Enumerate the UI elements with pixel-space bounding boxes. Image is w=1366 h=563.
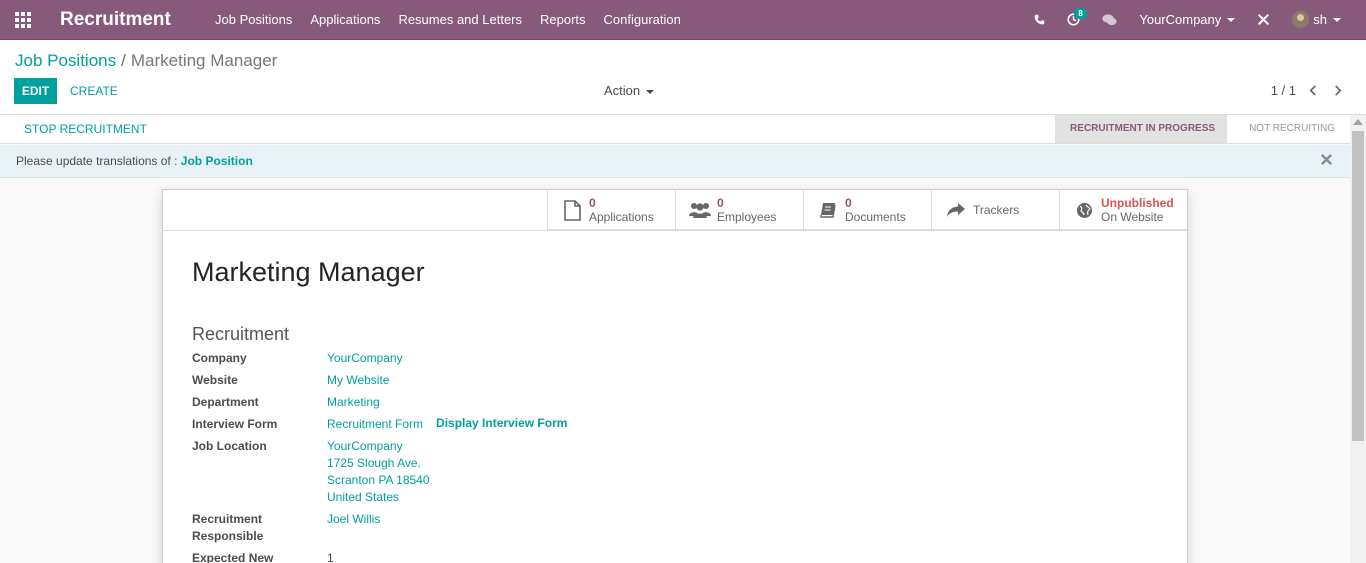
company-switcher[interactable]: YourCompany <box>1128 0 1246 40</box>
edit-button[interactable]: EDIT <box>14 78 57 104</box>
form-sheet: 0 Applications 0 Employees 0 Documents Trac… <box>162 189 1188 563</box>
app-brand[interactable]: Recruitment <box>60 9 206 31</box>
company-label: Company <box>192 351 247 365</box>
stop-recruitment-button[interactable]: STOP RECRUITMENT <box>16 120 155 138</box>
chat-icon[interactable] <box>1091 0 1128 40</box>
expected-new-value: 1 <box>327 551 334 563</box>
website-value-link[interactable]: My Website <box>327 372 389 389</box>
applications-label: Applications <box>589 210 654 224</box>
breadcrumb: Job Positions / Marketing Manager <box>15 51 277 71</box>
website-status: Unpublished <box>1101 196 1174 210</box>
location-line: YourCompany <box>327 439 403 453</box>
applications-smart-button[interactable]: 0 Applications <box>547 190 675 230</box>
recruitment-group-title: Recruitment <box>192 324 290 344</box>
department-label: Department <box>192 395 259 409</box>
interview-form-label: Interview Form <box>192 417 278 431</box>
website-smart-button[interactable]: Unpublished On Website <box>1059 190 1187 230</box>
documents-count: 0 <box>845 196 852 210</box>
smart-button-box: 0 Applications 0 Employees 0 Documents Trac… <box>547 190 1187 230</box>
top-menu: Job Positions Applications Resumes and L… <box>206 0 690 40</box>
apps-menu-icon[interactable] <box>0 0 46 40</box>
menu-applications[interactable]: Applications <box>301 0 389 40</box>
trackers-label: Trackers <box>973 203 1020 217</box>
documents-label: Documents <box>845 210 906 224</box>
form-statusbar: STOP RECRUITMENT RECRUITMENT IN PROGRESS… <box>0 115 1350 144</box>
location-line: 1725 Slough Ave. <box>327 456 421 470</box>
company-name: YourCompany <box>1139 12 1222 27</box>
globe-icon <box>1073 199 1095 221</box>
responsible-label-line: Recruitment <box>192 512 263 526</box>
documents-smart-button[interactable]: 0 Documents <box>803 190 931 230</box>
expected-new-label: Expected New <box>192 551 274 563</box>
menu-reports[interactable]: Reports <box>531 0 595 40</box>
stage-not-recruiting[interactable]: NOT RECRUITING <box>1227 115 1350 143</box>
pager-next-button[interactable] <box>1327 78 1349 102</box>
create-button[interactable]: CREATE <box>62 78 126 104</box>
recruitment-responsible-label: Recruitment Responsible <box>192 511 327 545</box>
activity-badge: 8 <box>1074 7 1087 19</box>
scroll-up-arrow-icon[interactable] <box>1353 119 1363 125</box>
action-dropdown[interactable]: Action <box>604 83 655 98</box>
pager-previous-button[interactable] <box>1302 78 1324 102</box>
avatar <box>1292 11 1310 28</box>
caret-down-icon <box>646 89 655 94</box>
user-name: sh <box>1313 12 1327 27</box>
breadcrumb-separator: / <box>121 51 126 70</box>
stage-pipeline: RECRUITMENT IN PROGRESS NOT RECRUITING <box>1055 115 1350 143</box>
pager-value[interactable]: 1 / 1 <box>1271 83 1296 98</box>
caret-down-icon <box>1227 17 1236 22</box>
phone-icon[interactable] <box>1023 0 1056 40</box>
user-menu[interactable]: sh <box>1281 0 1352 40</box>
employees-label: Employees <box>717 210 777 224</box>
file-icon <box>561 199 583 221</box>
translation-alert: Please update translations of : Job Posi… <box>0 145 1350 178</box>
close-icon[interactable] <box>1320 153 1334 167</box>
scrollbar-thumb[interactable] <box>1352 131 1364 441</box>
website-field-label: Website <box>192 373 238 387</box>
users-icon <box>689 199 711 221</box>
recruitment-fields: Company YourCompany Website My Website D… <box>192 350 567 563</box>
website-label: On Website <box>1101 210 1164 224</box>
job-location-label: Job Location <box>192 439 267 453</box>
breadcrumb-job-positions[interactable]: Job Positions <box>15 51 116 70</box>
caret-down-icon <box>1333 17 1341 22</box>
location-line: United States <box>327 490 400 504</box>
menu-configuration[interactable]: Configuration <box>595 0 690 40</box>
trackers-smart-button[interactable]: Trackers <box>931 190 1059 230</box>
job-title: Marketing Manager <box>192 257 425 287</box>
action-label: Action <box>604 83 641 98</box>
employees-smart-button[interactable]: 0 Employees <box>675 190 803 230</box>
book-icon <box>817 199 839 221</box>
breadcrumb-current: Marketing Manager <box>130 51 278 70</box>
activity-clock-icon[interactable]: 8 <box>1056 0 1091 40</box>
employees-count: 0 <box>717 196 724 210</box>
alert-text: Please update translations of : <box>16 154 181 168</box>
display-interview-form-button[interactable]: Display Interview Form <box>436 416 567 433</box>
share-arrow-icon <box>945 199 967 221</box>
location-line: Scranton PA 18540 <box>327 473 430 487</box>
responsible-value-link[interactable]: Joel Willis <box>327 511 380 545</box>
interview-form-value-link[interactable]: Recruitment Form <box>327 416 423 433</box>
main-navbar: Recruitment Job Positions Applications R… <box>0 0 1366 40</box>
department-value-link[interactable]: Marketing <box>327 394 380 411</box>
button-box-divider <box>163 230 1187 231</box>
menu-job-positions[interactable]: Job Positions <box>206 0 301 40</box>
responsible-label-line: Responsible <box>192 529 264 543</box>
job-location-value-link[interactable]: YourCompany 1725 Slough Ave. Scranton PA… <box>327 438 430 506</box>
applications-count: 0 <box>589 196 596 210</box>
company-value-link[interactable]: YourCompany <box>327 350 403 367</box>
menu-resumes-letters[interactable]: Resumes and Letters <box>389 0 531 40</box>
control-panel: Job Positions / Marketing Manager EDIT CRE… <box>0 40 1366 115</box>
stage-recruitment-in-progress[interactable]: RECRUITMENT IN PROGRESS <box>1055 115 1238 143</box>
debug-tools-icon[interactable] <box>1246 0 1281 40</box>
alert-job-position-link[interactable]: Job Position <box>181 154 253 168</box>
